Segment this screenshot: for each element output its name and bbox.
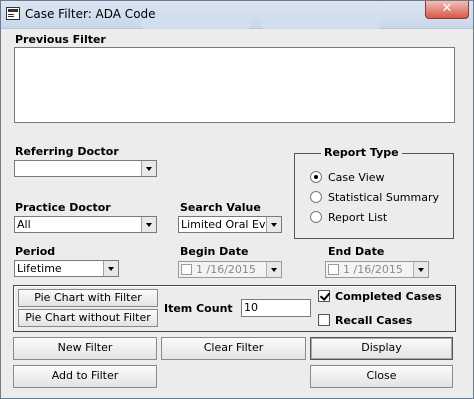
practice-doctor-select[interactable]: All [14, 216, 157, 233]
referring-doctor-label: Referring Doctor [15, 145, 119, 158]
radio-report-list[interactable] [310, 211, 322, 223]
search-value-select[interactable]: Limited Oral Ev [178, 216, 282, 233]
previous-filter-textarea[interactable] [14, 47, 455, 123]
end-date-checkbox[interactable] [328, 264, 339, 275]
window-title: Case Filter: ADA Code [25, 7, 156, 21]
chevron-down-icon[interactable] [413, 262, 428, 277]
chevron-down-icon[interactable] [141, 217, 156, 232]
begin-date-checkbox[interactable] [181, 264, 192, 275]
case-view-label: Case View [328, 171, 385, 184]
close-button[interactable]: Close [310, 365, 453, 388]
add-to-filter-button[interactable]: Add to Filter [13, 365, 157, 388]
new-filter-button[interactable]: New Filter [13, 337, 157, 360]
case-filter-window: Case Filter: ADA Code ✕ Previous Filter … [0, 0, 474, 399]
radio-case-view[interactable] [310, 171, 322, 183]
window-app-icon [6, 7, 20, 20]
statistical-summary-label: Statistical Summary [328, 191, 440, 204]
search-value-label: Search Value [180, 201, 261, 214]
report-type-label: Report Type [321, 146, 402, 159]
period-select[interactable]: Lifetime [14, 260, 119, 277]
title-bar[interactable]: Case Filter: ADA Code ✕ [1, 1, 473, 29]
background-ghost [141, 15, 251, 29]
item-count-label: Item Count [164, 302, 233, 315]
period-label: Period [15, 245, 56, 258]
begin-date-picker[interactable]: 1 /16/2015 [178, 261, 282, 278]
recall-cases-label: Recall Cases [335, 314, 413, 327]
begin-date-label: Begin Date [180, 245, 249, 258]
item-count-input[interactable]: 10 [241, 299, 311, 317]
recall-cases-checkbox[interactable] [318, 314, 330, 326]
referring-doctor-select[interactable] [14, 160, 157, 177]
pie-chart-with-filter-button[interactable]: Pie Chart with Filter [18, 289, 158, 307]
display-button[interactable]: Display [310, 337, 453, 360]
chevron-down-icon[interactable] [266, 262, 281, 277]
pie-chart-without-filter-button[interactable]: Pie Chart without Filter [18, 309, 158, 327]
dialog-body: Previous Filter Referring Doctor Report … [1, 29, 473, 398]
end-date-label: End Date [328, 245, 385, 258]
background-ghost [261, 13, 381, 29]
close-icon: ✕ [441, 1, 453, 16]
completed-cases-checkbox[interactable] [318, 290, 330, 302]
report-list-label: Report List [328, 211, 388, 224]
chevron-down-icon[interactable] [141, 161, 156, 176]
chevron-down-icon[interactable] [103, 261, 118, 276]
practice-doctor-label: Practice Doctor [15, 201, 111, 214]
chevron-down-icon[interactable] [266, 217, 281, 232]
end-date-picker[interactable]: 1 /16/2015 [325, 261, 429, 278]
window-close-button[interactable]: ✕ [425, 1, 469, 19]
previous-filter-label: Previous Filter [15, 33, 106, 46]
radio-statistical-summary[interactable] [310, 191, 322, 203]
completed-cases-label: Completed Cases [335, 290, 442, 303]
report-type-group: Report Type Case View Statistical Summar… [294, 146, 454, 239]
clear-filter-button[interactable]: Clear Filter [161, 337, 306, 360]
